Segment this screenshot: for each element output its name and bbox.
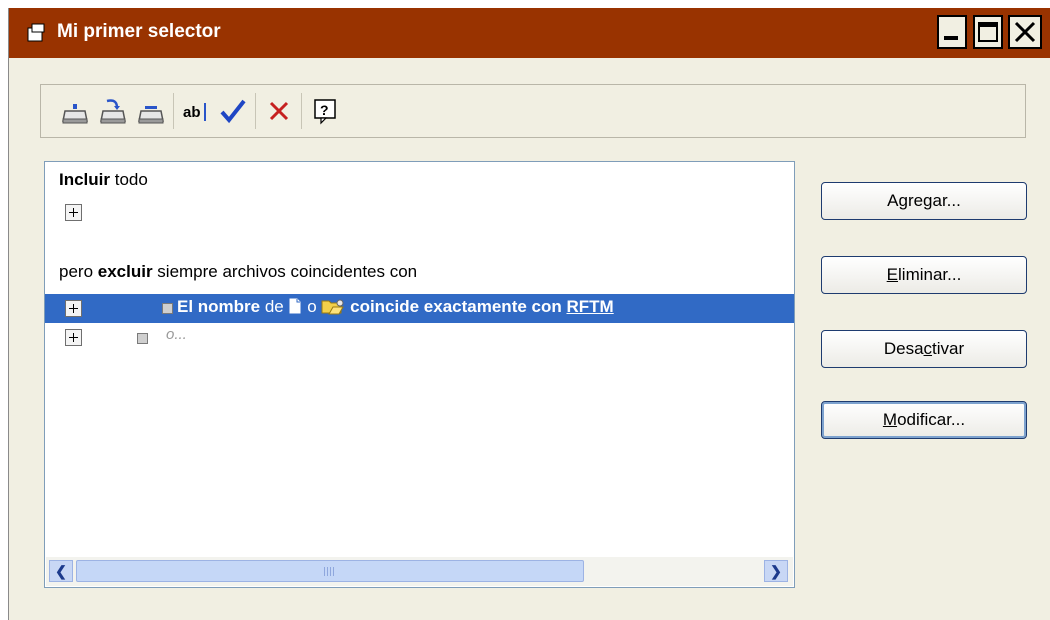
scroll-right-icon[interactable]: ❯: [764, 560, 788, 582]
condition-bullet-icon: [162, 303, 173, 314]
horizontal-scrollbar[interactable]: ❮ ❯: [46, 557, 793, 586]
remove-button[interactable]: Eliminar...: [821, 256, 1027, 294]
include-expand-icon[interactable]: [65, 204, 82, 221]
scroll-left-icon[interactable]: ❮: [49, 560, 73, 582]
remove-icon[interactable]: [135, 95, 167, 127]
close-button[interactable]: [1008, 15, 1042, 49]
window-app-icon: [27, 23, 45, 42]
selector-window: Mi primer selector ab ? Incluir todo per…: [8, 8, 1050, 620]
condition-expand-icon[interactable]: [65, 300, 82, 317]
toolbar-separator: [301, 93, 302, 129]
svg-text:ab: ab: [183, 104, 201, 121]
deactivate-button[interactable]: Desactivar: [821, 330, 1027, 368]
maximize-button[interactable]: [973, 15, 1003, 49]
include-rule-text: Incluir todo: [59, 170, 148, 189]
scrollbar-thumb[interactable]: [76, 560, 584, 582]
add-button[interactable]: Agregar...: [821, 182, 1027, 220]
title-bar[interactable]: Mi primer selector: [9, 8, 1050, 58]
new-condition-bullet-icon: [137, 333, 148, 344]
window-title: Mi primer selector: [57, 21, 221, 42]
modify-button[interactable]: Modificar...: [821, 401, 1027, 439]
condition-text: El nombre de o coincide exactamente con …: [177, 297, 614, 316]
check-icon[interactable]: [217, 95, 249, 127]
rename-icon[interactable]: ab: [181, 95, 213, 127]
folder-icon: [321, 299, 345, 315]
rules-list[interactable]: Incluir todo pero excluir siempre archiv…: [44, 161, 795, 588]
toolbar-separator: [255, 93, 256, 129]
minimize-icon: [944, 36, 958, 40]
minimize-button[interactable]: [937, 15, 967, 49]
svg-text:?: ?: [320, 102, 329, 118]
new-condition-expand-icon[interactable]: [65, 329, 82, 346]
help-icon[interactable]: ?: [309, 95, 341, 127]
insert-icon[interactable]: [97, 95, 129, 127]
maximize-icon: [978, 22, 998, 42]
exclude-rule-text: pero excluir siempre archivos coincident…: [59, 262, 418, 281]
close-icon: [1014, 21, 1036, 43]
toolbar-separator: [173, 93, 174, 129]
upload-icon[interactable]: [59, 95, 91, 127]
thumb-grip-icon: [324, 567, 336, 576]
toolbar: ab ?: [40, 84, 1026, 138]
new-condition-placeholder[interactable]: o...: [166, 326, 187, 343]
file-icon: [289, 298, 301, 314]
exclude-condition-row[interactable]: El nombre de o coincide exactamente con …: [45, 294, 794, 323]
delete-icon[interactable]: [263, 95, 295, 127]
